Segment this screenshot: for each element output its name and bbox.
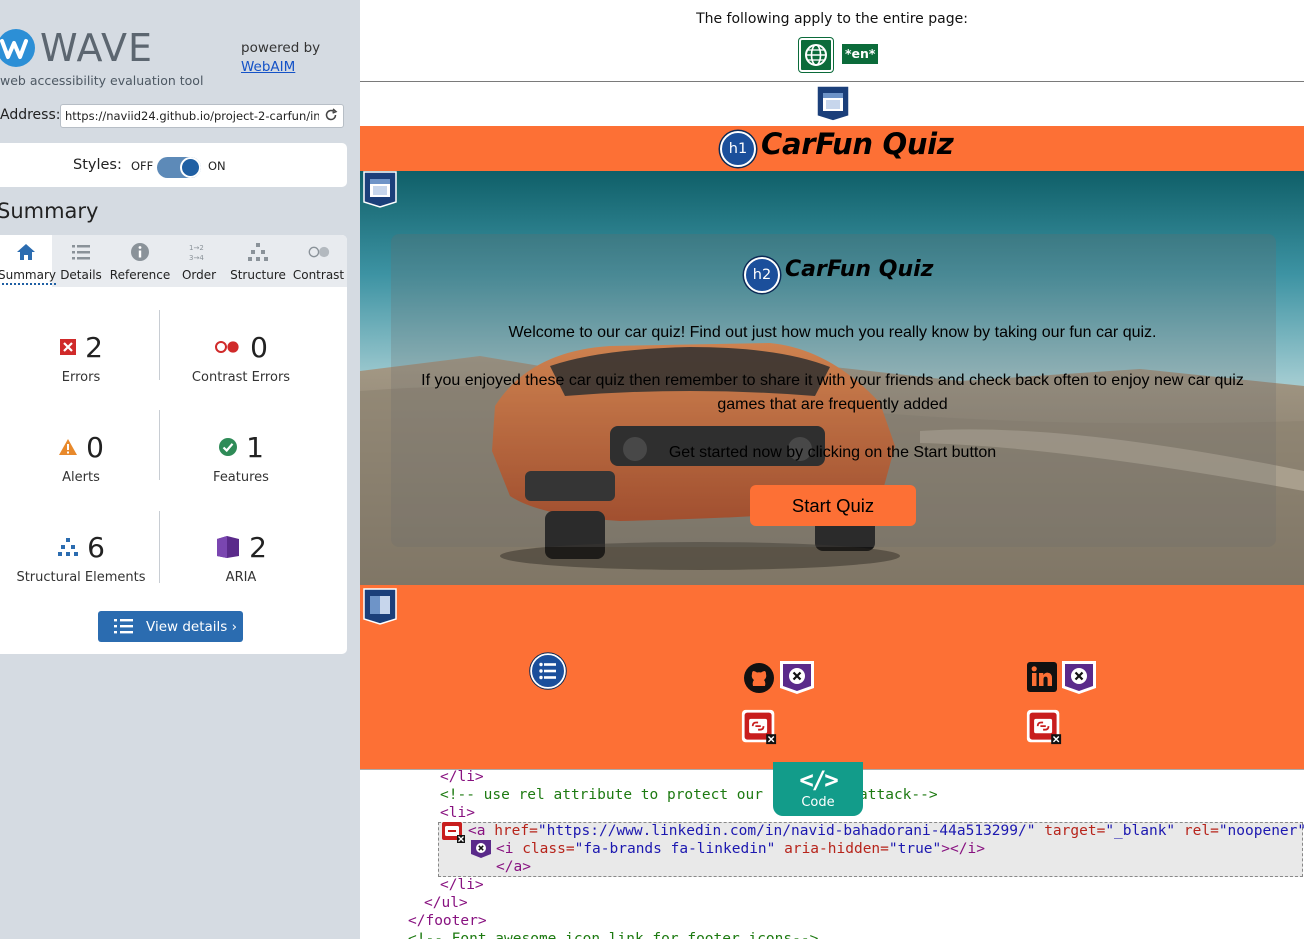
- structure-element-icon: [58, 538, 79, 556]
- alerts-count: 0: [86, 430, 104, 464]
- tab-structure-label: Structure: [230, 268, 286, 282]
- code-icon: </>: [799, 766, 838, 794]
- tab-structure[interactable]: Structure: [228, 235, 288, 287]
- styles-off-label: OFF: [131, 159, 154, 173]
- tab-summary[interactable]: Summary: [0, 235, 56, 287]
- view-details-label: View details ›: [146, 618, 237, 635]
- powered-by-text: powered by: [241, 40, 321, 56]
- code-tab-label: Code: [801, 795, 835, 810]
- language-badge[interactable]: *en*: [842, 44, 879, 64]
- contrast-error-icon: [215, 341, 239, 353]
- tab-contrast[interactable]: Contrast: [290, 235, 347, 287]
- reload-icon[interactable]: [324, 108, 338, 122]
- empty-link-error-icon[interactable]: [741, 709, 777, 745]
- aria-count: 2: [249, 530, 267, 564]
- features-label: Features: [213, 470, 269, 485]
- share-paragraph: If you enjoyed these car quiz then remem…: [421, 372, 1244, 413]
- code-line: </li>: [440, 769, 484, 785]
- structural-elements-count: 6: [87, 530, 105, 564]
- page-level-note: The following apply to the entire page:: [696, 11, 968, 27]
- tab-order[interactable]: 1→2 3→4 Order: [176, 235, 222, 287]
- errors-label: Errors: [61, 370, 101, 385]
- code-line: </a>: [496, 859, 531, 875]
- styles-on-label: ON: [208, 159, 226, 173]
- get-started-paragraph: Get started now by clicking on the Start…: [668, 444, 997, 461]
- tab-summary-label: Summary: [0, 268, 56, 285]
- svg-text:3→4: 3→4: [189, 254, 204, 262]
- home-icon: [17, 244, 35, 260]
- contrast-icon: [308, 246, 329, 258]
- structure-icon: [248, 243, 268, 261]
- panel-tabs: Summary Details Reference 1→2 3→4 Order …: [0, 235, 347, 287]
- aria-hidden-icon[interactable]: [470, 839, 492, 859]
- h1-heading-icon[interactable]: h1: [720, 131, 756, 167]
- start-quiz-button[interactable]: Start Quiz: [750, 485, 916, 526]
- tab-contrast-label: Contrast: [292, 268, 345, 282]
- errors-count: 2: [85, 330, 103, 364]
- page-preview: The following apply to the entire page: …: [360, 0, 1304, 939]
- tab-reference-label: Reference: [109, 268, 171, 282]
- code-line: <li>: [440, 805, 475, 821]
- tab-order-label: Order: [181, 268, 217, 282]
- code-line: </footer>: [408, 913, 487, 929]
- styles-label: Styles:: [73, 157, 122, 173]
- wave-wordmark: WAVE: [40, 26, 154, 70]
- quiz-heading: CarFun Quiz: [785, 257, 934, 282]
- h2-heading-icon[interactable]: h2: [744, 257, 780, 293]
- wave-tagline: web accessibility evaluation tool: [0, 73, 204, 88]
- header-landmark-icon[interactable]: [815, 84, 851, 122]
- wave-sidebar: WAVE web accessibility evaluation tool p…: [0, 0, 360, 939]
- view-details-button[interactable]: View details ›: [98, 611, 243, 642]
- unordered-list-icon[interactable]: [529, 652, 567, 690]
- tab-details-label: Details: [60, 268, 102, 282]
- features-count: 1: [246, 430, 264, 464]
- contrast-errors-count: 0: [250, 330, 268, 364]
- alert-icon: [59, 439, 78, 455]
- site-footer: [360, 585, 1304, 769]
- wave-logo: WAVE: [0, 26, 153, 70]
- list-icon: [72, 245, 90, 260]
- webaim-link[interactable]: WebAIM: [241, 59, 295, 75]
- contrast-errors-label: Contrast Errors: [191, 370, 291, 385]
- tab-details[interactable]: Details: [55, 235, 107, 287]
- github-icon[interactable]: [743, 662, 775, 694]
- code-line: <!-- Font awesome icon link for footer i…: [408, 931, 819, 939]
- code-line: </ul>: [424, 895, 468, 911]
- page-level-divider: [360, 81, 1304, 82]
- code-toggle-tab[interactable]: </> Code: [773, 762, 863, 816]
- wave-logo-icon: [0, 29, 35, 67]
- address-input[interactable]: [60, 104, 344, 128]
- intro-paragraph: Welcome to our car quiz! Find out just h…: [508, 324, 1157, 341]
- empty-link-error-icon[interactable]: [442, 822, 466, 844]
- address-label: Address:: [0, 107, 61, 123]
- info-icon: [131, 243, 149, 261]
- summary-panel: Summary Details Reference 1→2 3→4 Order …: [0, 235, 347, 654]
- code-line: </li>: [440, 877, 484, 893]
- aria-hidden-icon[interactable]: [1059, 658, 1099, 696]
- footer-landmark-icon[interactable]: [362, 587, 398, 625]
- error-icon: [60, 339, 77, 355]
- linkedin-icon[interactable]: [1027, 662, 1057, 692]
- page-title: CarFun Quiz: [761, 127, 954, 161]
- code-line: <i class="fa-brands fa-linkedin" aria-hi…: [496, 841, 985, 857]
- structural-elements-label: Structural Elements: [16, 570, 146, 585]
- styles-toggle-knob[interactable]: [180, 157, 201, 178]
- aria-icon: [217, 536, 240, 558]
- aria-hidden-icon[interactable]: [777, 658, 817, 696]
- alerts-label: Alerts: [62, 470, 100, 485]
- feature-icon: [219, 438, 238, 456]
- tab-reference[interactable]: Reference: [108, 235, 172, 287]
- code-line: <a href="https://www.linkedin.com/in/nav…: [468, 823, 1304, 839]
- summary-heading: Summary: [0, 199, 99, 223]
- language-globe-icon[interactable]: [799, 38, 833, 72]
- aria-label: ARIA: [225, 570, 257, 585]
- svg-text:1→2: 1→2: [189, 244, 204, 252]
- order-icon: 1→2 3→4: [189, 244, 204, 262]
- empty-link-error-icon[interactable]: [1026, 709, 1062, 745]
- list-icon: [114, 619, 133, 634]
- main-landmark-icon[interactable]: [362, 170, 398, 208]
